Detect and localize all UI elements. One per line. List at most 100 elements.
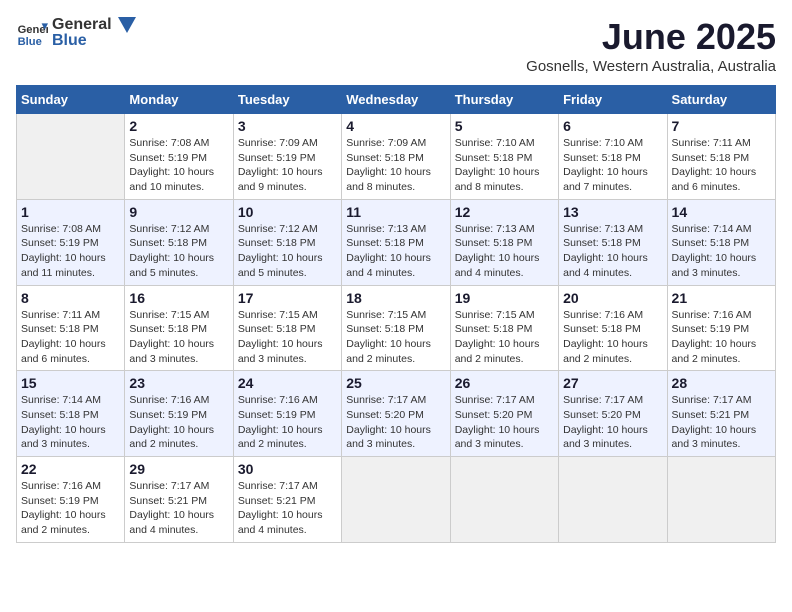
calendar-cell: 14 Sunrise: 7:14 AMSunset: 5:18 PMDayligh… (667, 199, 775, 285)
day-number: 12 (455, 204, 554, 220)
day-info: Sunrise: 7:12 AMSunset: 5:18 PMDaylight:… (129, 222, 228, 281)
calendar-week-row: 2 Sunrise: 7:08 AMSunset: 5:19 PMDaylight… (17, 114, 776, 200)
calendar-cell (342, 457, 450, 543)
day-info: Sunrise: 7:10 AMSunset: 5:18 PMDaylight:… (455, 136, 554, 195)
calendar-cell: 9 Sunrise: 7:12 AMSunset: 5:18 PMDaylight… (125, 199, 233, 285)
calendar-week-row: 15Sunrise: 7:14 AMSunset: 5:18 PMDayligh… (17, 371, 776, 457)
weekday-header-sunday: Sunday (17, 86, 125, 114)
logo-general: General (52, 16, 112, 33)
day-info: Sunrise: 7:15 AMSunset: 5:18 PMDaylight:… (455, 308, 554, 367)
calendar-cell: 16 Sunrise: 7:15 AMSunset: 5:18 PMDayligh… (125, 285, 233, 371)
day-number: 13 (563, 204, 662, 220)
day-info: Sunrise: 7:16 AMSunset: 5:19 PMDaylight:… (21, 479, 120, 538)
calendar-cell: 4Sunrise: 7:09 AMSunset: 5:18 PMDaylight… (342, 114, 450, 200)
location-title: Gosnells, Western Australia, Australia (526, 58, 776, 75)
weekday-header-thursday: Thursday (450, 86, 558, 114)
day-number: 29 (129, 461, 228, 477)
day-number: 14 (672, 204, 771, 220)
day-number: 2 (129, 118, 228, 134)
day-info: Sunrise: 7:15 AMSunset: 5:18 PMDaylight:… (129, 308, 228, 367)
day-number: 15 (21, 375, 120, 391)
calendar-cell: 18 Sunrise: 7:15 AMSunset: 5:18 PMDayligh… (342, 285, 450, 371)
calendar: SundayMondayTuesdayWednesdayThursdayFrid… (16, 85, 776, 543)
calendar-cell (450, 457, 558, 543)
calendar-cell: 17 Sunrise: 7:15 AMSunset: 5:18 PMDayligh… (233, 285, 341, 371)
calendar-cell: 6 Sunrise: 7:10 AMSunset: 5:18 PMDaylight… (559, 114, 667, 200)
svg-text:Blue: Blue (18, 36, 42, 48)
calendar-cell: 28 Sunrise: 7:17 AMSunset: 5:21 PMDayligh… (667, 371, 775, 457)
day-number: 8 (21, 290, 120, 306)
calendar-cell: 25Sunrise: 7:17 AMSunset: 5:20 PMDayligh… (342, 371, 450, 457)
day-number: 28 (672, 375, 771, 391)
calendar-cell (667, 457, 775, 543)
logo-blue: Blue (52, 32, 136, 50)
weekday-header-row: SundayMondayTuesdayWednesdayThursdayFrid… (17, 86, 776, 114)
calendar-cell: 3Sunrise: 7:09 AMSunset: 5:19 PMDaylight… (233, 114, 341, 200)
calendar-cell: 10Sunrise: 7:12 AMSunset: 5:18 PMDayligh… (233, 199, 341, 285)
calendar-cell: 8 Sunrise: 7:11 AMSunset: 5:18 PMDaylight… (17, 285, 125, 371)
day-number: 1 (21, 204, 120, 220)
day-number: 5 (455, 118, 554, 134)
calendar-cell: 13 Sunrise: 7:13 AMSunset: 5:18 PMDayligh… (559, 199, 667, 285)
calendar-cell: 5 Sunrise: 7:10 AMSunset: 5:18 PMDaylight… (450, 114, 558, 200)
day-info: Sunrise: 7:13 AMSunset: 5:18 PMDaylight:… (455, 222, 554, 281)
day-info: Sunrise: 7:16 AMSunset: 5:19 PMDaylight:… (672, 308, 771, 367)
day-info: Sunrise: 7:17 AMSunset: 5:21 PMDaylight:… (672, 393, 771, 452)
logo-icon: General Blue (16, 17, 48, 49)
day-number: 17 (238, 290, 337, 306)
day-number: 30 (238, 461, 337, 477)
day-number: 24 (238, 375, 337, 391)
title-area: June 2025 Gosnells, Western Australia, A… (526, 16, 776, 75)
day-number: 21 (672, 290, 771, 306)
day-number: 19 (455, 290, 554, 306)
calendar-cell: 7Sunrise: 7:11 AMSunset: 5:18 PMDaylight… (667, 114, 775, 200)
day-info: Sunrise: 7:13 AMSunset: 5:18 PMDaylight:… (563, 222, 662, 281)
day-number: 9 (129, 204, 228, 220)
calendar-cell: 11Sunrise: 7:13 AMSunset: 5:18 PMDayligh… (342, 199, 450, 285)
day-info: Sunrise: 7:10 AMSunset: 5:18 PMDaylight:… (563, 136, 662, 195)
day-number: 3 (238, 118, 337, 134)
calendar-cell: 19 Sunrise: 7:15 AMSunset: 5:18 PMDayligh… (450, 285, 558, 371)
calendar-cell: 22Sunrise: 7:16 AMSunset: 5:19 PMDayligh… (17, 457, 125, 543)
day-info: Sunrise: 7:16 AMSunset: 5:19 PMDaylight:… (129, 393, 228, 452)
weekday-header-friday: Friday (559, 86, 667, 114)
calendar-cell: 29 Sunrise: 7:17 AMSunset: 5:21 PMDayligh… (125, 457, 233, 543)
day-number: 10 (238, 204, 337, 220)
calendar-week-row: 22Sunrise: 7:16 AMSunset: 5:19 PMDayligh… (17, 457, 776, 543)
weekday-header-saturday: Saturday (667, 86, 775, 114)
day-info: Sunrise: 7:16 AMSunset: 5:19 PMDaylight:… (238, 393, 337, 452)
day-info: Sunrise: 7:14 AMSunset: 5:18 PMDaylight:… (672, 222, 771, 281)
calendar-week-row: 1 Sunrise: 7:08 AMSunset: 5:19 PMDaylight… (17, 199, 776, 285)
logo: General Blue General Blue (16, 16, 136, 50)
header: General Blue General Blue June 2025 Gosn… (16, 16, 776, 75)
day-info: Sunrise: 7:17 AMSunset: 5:21 PMDaylight:… (129, 479, 228, 538)
calendar-cell: 24 Sunrise: 7:16 AMSunset: 5:19 PMDayligh… (233, 371, 341, 457)
day-info: Sunrise: 7:08 AMSunset: 5:19 PMDaylight:… (21, 222, 120, 281)
day-info: Sunrise: 7:15 AMSunset: 5:18 PMDaylight:… (238, 308, 337, 367)
day-info: Sunrise: 7:08 AMSunset: 5:19 PMDaylight:… (129, 136, 228, 195)
calendar-cell (17, 114, 125, 200)
day-info: Sunrise: 7:09 AMSunset: 5:18 PMDaylight:… (346, 136, 445, 195)
day-number: 7 (672, 118, 771, 134)
day-info: Sunrise: 7:17 AMSunset: 5:20 PMDaylight:… (563, 393, 662, 452)
day-number: 18 (346, 290, 445, 306)
calendar-cell: 1 Sunrise: 7:08 AMSunset: 5:19 PMDaylight… (17, 199, 125, 285)
weekday-header-wednesday: Wednesday (342, 86, 450, 114)
day-number: 25 (346, 375, 445, 391)
day-info: Sunrise: 7:15 AMSunset: 5:18 PMDaylight:… (346, 308, 445, 367)
weekday-header-monday: Monday (125, 86, 233, 114)
day-number: 16 (129, 290, 228, 306)
day-info: Sunrise: 7:11 AMSunset: 5:18 PMDaylight:… (21, 308, 120, 367)
day-info: Sunrise: 7:16 AMSunset: 5:18 PMDaylight:… (563, 308, 662, 367)
calendar-cell: 21 Sunrise: 7:16 AMSunset: 5:19 PMDayligh… (667, 285, 775, 371)
calendar-cell: 12 Sunrise: 7:13 AMSunset: 5:18 PMDayligh… (450, 199, 558, 285)
logo-triangle-icon (118, 17, 136, 33)
calendar-cell: 30Sunrise: 7:17 AMSunset: 5:21 PMDayligh… (233, 457, 341, 543)
weekday-header-tuesday: Tuesday (233, 86, 341, 114)
day-number: 11 (346, 204, 445, 220)
month-title: June 2025 (526, 16, 776, 58)
calendar-cell: 27Sunrise: 7:17 AMSunset: 5:20 PMDayligh… (559, 371, 667, 457)
day-number: 6 (563, 118, 662, 134)
calendar-week-row: 8 Sunrise: 7:11 AMSunset: 5:18 PMDaylight… (17, 285, 776, 371)
calendar-cell: 20Sunrise: 7:16 AMSunset: 5:18 PMDayligh… (559, 285, 667, 371)
